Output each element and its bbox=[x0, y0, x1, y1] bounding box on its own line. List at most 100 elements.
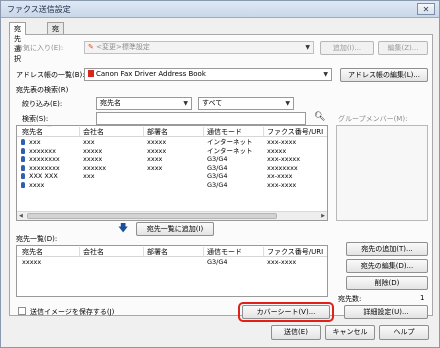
table-row[interactable]: XXX XXX xxx G3/G4 xx-xxxx bbox=[17, 172, 327, 181]
filter-value-value: すべて bbox=[202, 99, 223, 107]
addressbook-value: Canon Fax Driver Address Book bbox=[96, 70, 206, 78]
horizontal-scrollbar[interactable]: ◀ ▶ bbox=[17, 211, 327, 220]
dest-col-department[interactable]: 部署名 bbox=[147, 247, 168, 257]
table-cell: G3/G4 bbox=[207, 180, 228, 189]
dest-col-fax[interactable]: ファクス番号/URI bbox=[267, 247, 323, 257]
col-header-name[interactable]: 宛先名 bbox=[22, 127, 43, 137]
contact-icon bbox=[21, 139, 25, 145]
scroll-right-icon[interactable]: ▶ bbox=[321, 212, 325, 220]
table-row[interactable]: xxx xxx xxxxx インターネット xxx-xxxx bbox=[17, 138, 327, 147]
search-input[interactable] bbox=[96, 112, 306, 125]
dest-col-name[interactable]: 宛先名 bbox=[22, 247, 43, 257]
table-cell: xxx-xxxx bbox=[267, 138, 297, 146]
scrollbar-thumb[interactable] bbox=[27, 213, 277, 219]
table-cell: xxx-xxxx bbox=[267, 180, 297, 189]
table-cell: xx-xxxx bbox=[267, 172, 293, 180]
table-cell: xxxx bbox=[147, 155, 163, 163]
table-row[interactable]: xxxxxxx xxxxx xxxxx インターネット xxxxx bbox=[17, 147, 327, 156]
cancel-button[interactable]: キャンセル bbox=[325, 325, 375, 340]
pencil-icon: ✎ bbox=[88, 43, 97, 51]
table-cell: xxx bbox=[29, 138, 41, 146]
favorites-select[interactable]: ✎ <変更>標準設定 ▼ bbox=[84, 41, 314, 54]
table-cell: xxxxx bbox=[267, 146, 287, 155]
filter-field-select[interactable]: 宛先名 ▼ bbox=[96, 97, 192, 110]
delete-button[interactable]: 削除(D) bbox=[346, 276, 428, 290]
favorites-add-button[interactable]: 追加(I)... bbox=[320, 41, 374, 55]
dest-col-mode[interactable]: 通信モード bbox=[207, 247, 242, 257]
close-button[interactable]: ✕ bbox=[417, 3, 435, 15]
col-header-fax[interactable]: ファクス番号/URI bbox=[267, 127, 323, 137]
search-icon[interactable]: 🔍︎ bbox=[314, 112, 325, 122]
add-to-list-button[interactable]: 宛先一覧に追加(I) bbox=[136, 222, 214, 236]
col-header-company[interactable]: 会社名 bbox=[83, 127, 104, 137]
table-cell: xxxxx bbox=[83, 155, 103, 163]
table-cell: xxxxx bbox=[147, 138, 167, 146]
detail-settings-button[interactable]: 詳細設定(U)... bbox=[344, 305, 428, 319]
table-cell: xxxxx bbox=[83, 146, 103, 155]
table-cell: xxx-xxxx bbox=[267, 258, 297, 266]
contact-icon bbox=[21, 173, 25, 179]
send-button[interactable]: 送信(E) bbox=[271, 325, 321, 340]
table-cell: xxxxxxxx bbox=[267, 163, 298, 172]
tab-select-destination[interactable]: 宛先選択 bbox=[9, 22, 26, 63]
table-cell: インターネット bbox=[207, 146, 253, 155]
filter-value-select[interactable]: すべて ▼ bbox=[198, 97, 294, 110]
table-row[interactable]: xxxxxxxx xxxxxx xxxx G3/G4 xxxxxxxx bbox=[17, 164, 327, 173]
contact-icon bbox=[21, 156, 25, 162]
search-section-label: 宛先表の検索(R) bbox=[16, 86, 69, 94]
contact-icon bbox=[21, 181, 25, 188]
chevron-down-icon: ▼ bbox=[183, 100, 188, 107]
table-row[interactable]: xxxxx G3/G4 xxx-xxxx bbox=[17, 258, 327, 267]
filter-label: 絞り込み(E): bbox=[22, 100, 63, 108]
table-cell: xxx bbox=[83, 172, 95, 180]
cover-sheet-button[interactable]: カバーシート(V)... bbox=[242, 305, 330, 319]
favorites-label: お気に入り(E): bbox=[16, 44, 64, 52]
table-cell: xxxx bbox=[29, 180, 45, 189]
table-cell: xxxxxxx bbox=[29, 146, 56, 155]
sort-icon: ^ bbox=[47, 125, 52, 131]
tab-enter-destination[interactable]: 宛先入力 bbox=[47, 22, 64, 63]
group-members-list[interactable] bbox=[336, 125, 428, 221]
dest-list-header: 宛先名 会社名 部署名 通信モード ファクス番号/URI bbox=[17, 246, 327, 257]
table-row[interactable]: xxxxxxxx xxxxx xxxx G3/G4 xxx-xxxxx bbox=[17, 155, 327, 164]
contact-icon bbox=[21, 164, 25, 171]
dest-count-label: 宛先数: bbox=[338, 295, 362, 303]
fax-settings-window: ファクス送信設定 ✕ 宛先選択 宛先入力 お気に入り(E): ✎ <変更>標準設… bbox=[0, 0, 440, 348]
addressbook-icon bbox=[88, 70, 94, 77]
dest-list-table[interactable]: 宛先名 会社名 部署名 通信モード ファクス番号/URI xxxxx G3/G4 x… bbox=[16, 245, 328, 297]
chevron-down-icon: ▼ bbox=[285, 100, 290, 107]
table-row[interactable]: xxxx G3/G4 xxx-xxxx bbox=[17, 181, 327, 190]
table-cell: xxxxx bbox=[22, 258, 42, 266]
dest-col-company[interactable]: 会社名 bbox=[83, 247, 104, 257]
col-header-department[interactable]: 部署名 bbox=[147, 127, 168, 137]
edit-addressbook-button[interactable]: アドレス帳の編集(L)... bbox=[340, 68, 428, 82]
table-cell: XXX XXX bbox=[29, 172, 58, 180]
table-cell: G3/G4 bbox=[207, 155, 228, 163]
scroll-left-icon[interactable]: ◀ bbox=[19, 212, 23, 220]
dest-count-value: 1 bbox=[420, 294, 425, 302]
favorites-edit-button[interactable]: 編集(Z)... bbox=[378, 41, 428, 55]
chevron-down-icon: ▼ bbox=[323, 71, 328, 78]
table-cell: G3/G4 bbox=[207, 172, 228, 180]
destination-panel: お気に入り(E): ✎ <変更>標準設定 ▼ 追加(I)... 編集(Z)...… bbox=[9, 34, 433, 322]
addressbook-label: アドレス帳の一覧(B): bbox=[16, 71, 85, 79]
group-members-label: グループメンバー(M): bbox=[338, 115, 408, 123]
table-cell: xxx bbox=[83, 138, 95, 146]
edit-destination-button[interactable]: 宛先の編集(D)... bbox=[346, 259, 428, 273]
save-image-label: 送信イメージを保存する(J) bbox=[30, 308, 115, 316]
table-cell: G3/G4 bbox=[207, 163, 228, 172]
arrow-down-icon: 🡇︎ bbox=[118, 223, 129, 234]
save-image-checkbox[interactable] bbox=[18, 307, 26, 315]
search-label: 検索(S): bbox=[22, 115, 49, 123]
table-cell: G3/G4 bbox=[207, 258, 228, 266]
contact-icon bbox=[21, 147, 25, 154]
table-cell: xxxxxxxx bbox=[29, 163, 60, 172]
chevron-down-icon: ▼ bbox=[305, 44, 310, 51]
address-table[interactable]: 宛先名 ^ 会社名 部署名 通信モード ファクス番号/URI xxx xxx xxx… bbox=[16, 125, 328, 221]
add-destination-button[interactable]: 宛先の追加(T)... bbox=[346, 242, 428, 256]
col-header-mode[interactable]: 通信モード bbox=[207, 127, 242, 137]
filter-field-value: 宛先名 bbox=[100, 99, 121, 107]
addressbook-select[interactable]: Canon Fax Driver Address Book ▼ bbox=[84, 68, 332, 81]
table-cell: インターネット bbox=[207, 138, 253, 146]
help-button[interactable]: ヘルプ bbox=[379, 325, 429, 340]
